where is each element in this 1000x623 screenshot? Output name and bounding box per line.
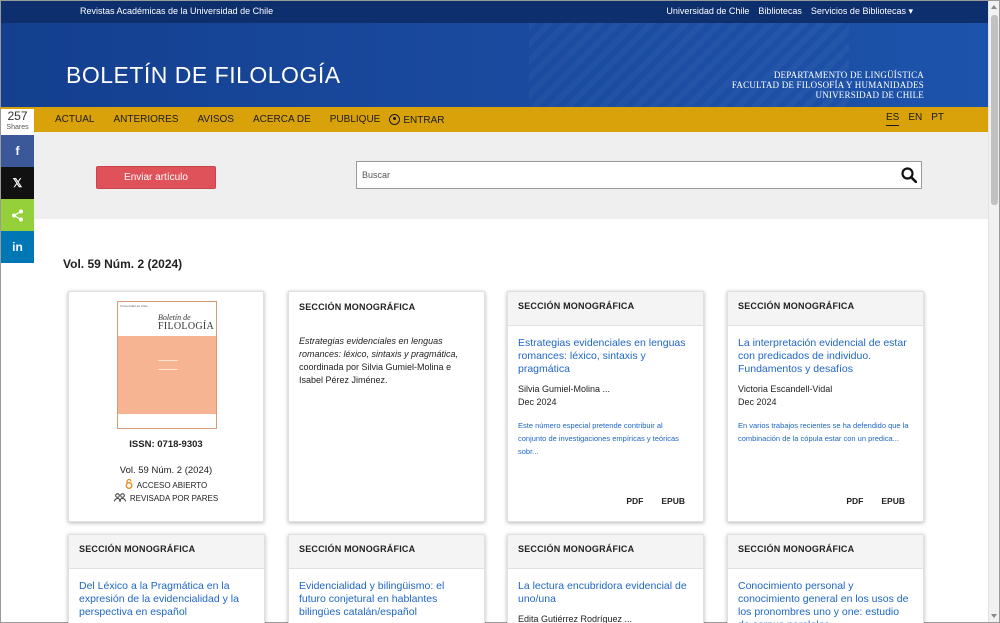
people-icon: [113, 493, 126, 502]
share-count: 257 Shares: [1, 109, 34, 135]
article-authors: Edita Gutiérrez Rodríguez ...: [508, 613, 703, 623]
main-nav: ACTUAL ANTERIORES AVISOS ACERCA DE PUBLI…: [1, 107, 989, 132]
department-block: DEPARTAMENTO DE LINGÜÍSTICA FACULTAD DE …: [732, 70, 924, 100]
submit-article-button[interactable]: Enviar artículo: [96, 166, 216, 189]
article-abstract-link[interactable]: Este número especial pretende contribuir…: [508, 419, 703, 458]
open-access-label: ACCESO ABIERTO: [136, 481, 208, 490]
language-switcher: ES EN PT: [886, 112, 944, 126]
share-count-number: 257: [7, 109, 28, 123]
section-heading: SECCIÓN MONOGRÁFICA: [289, 292, 484, 326]
cover-image[interactable]: Universidad de Chile Boletín de FILOLOGÍ…: [117, 301, 217, 429]
linkedin-icon: in: [12, 240, 23, 254]
nav-item-avisos[interactable]: AVISOS: [197, 114, 234, 126]
article-date: Dec 2024: [518, 397, 557, 407]
epub-link[interactable]: EPUB: [661, 496, 685, 506]
article-author: Silvia Gumiel-Molina ...: [518, 384, 611, 394]
cover-issue: Vol. 59 Núm. 2 (2024): [119, 465, 213, 476]
top-bar-site-name[interactable]: Revistas Académicas de la Universidad de…: [80, 6, 273, 16]
intro-italic: Estrategias evidenciales en lenguas roma…: [299, 336, 459, 359]
cover-top-text: Universidad de Chile: [120, 304, 148, 308]
article-card: SECCIÓN MONOGRÁFICA Estrategias evidenci…: [507, 291, 704, 522]
article-title-link[interactable]: La lectura encubridora evidencial de uno…: [508, 580, 703, 606]
top-bar: Revistas Académicas de la Universidad de…: [1, 1, 989, 23]
article-date: Dec 2024: [738, 397, 777, 407]
article-abstract-link[interactable]: En varios trabajos recientes se ha defen…: [728, 419, 923, 445]
intro-text: Estrategias evidenciales en lenguas roma…: [289, 335, 484, 387]
peer-review-label: REVISADA POR PARES: [129, 494, 219, 503]
lang-en[interactable]: EN: [908, 112, 922, 126]
article-card: SECCIÓN MONOGRÁFICA La lectura encubrido…: [507, 534, 704, 623]
facebook-share-button[interactable]: f: [1, 135, 34, 167]
article-title-link[interactable]: Del Léxico a la Pragmática en la expresi…: [69, 580, 264, 619]
search-input[interactable]: [357, 162, 877, 188]
nav-item-acerca-de[interactable]: ACERCA DE: [253, 114, 311, 126]
search-icon[interactable]: [901, 167, 917, 183]
section-heading: SECCIÓN MONOGRÁFICA: [728, 535, 923, 569]
open-access-badge: ACCESO ABIERTO: [69, 478, 263, 490]
top-link-bibliotecas[interactable]: Bibliotecas: [758, 6, 802, 17]
x-share-button[interactable]: 𝕏: [1, 167, 34, 199]
peer-review-badge: REVISADA POR PARES: [69, 493, 263, 503]
article-title-link[interactable]: Evidencialidad y bilingüismo: el futuro …: [289, 580, 484, 619]
scroll-down-arrow-icon[interactable]: [991, 614, 997, 618]
scroll-up-arrow-icon[interactable]: [991, 5, 997, 9]
top-link-servicios-dropdown[interactable]: Servicios de Bibliotecas ▾: [811, 6, 913, 17]
issn: ISSN: 0718-9303: [129, 439, 203, 450]
section-heading: SECCIÓN MONOGRÁFICA: [289, 535, 484, 569]
page-scrollbar[interactable]: [988, 1, 999, 622]
scroll-thumb[interactable]: [991, 15, 998, 205]
article-card: SECCIÓN MONOGRÁFICA Conocimiento persona…: [727, 534, 924, 623]
user-circle-icon: [389, 114, 401, 125]
cover-card: Universidad de Chile Boletín de FILOLOGÍ…: [68, 291, 264, 522]
lang-es[interactable]: ES: [886, 112, 900, 126]
article-card: SECCIÓN MONOGRÁFICA La interpretación ev…: [727, 291, 924, 522]
cover-big-title: FILOLOGÍA: [158, 321, 215, 332]
lang-pt[interactable]: PT: [931, 112, 944, 126]
facebook-icon: f: [15, 144, 20, 158]
share-count-label: Shares: [6, 124, 29, 131]
article-authors: Silvia Gumiel-Molina ... Dec 2024: [508, 383, 703, 409]
journal-header: BOLETÍN DE FILOLOGÍA DEPARTAMENTO DE LIN…: [1, 23, 989, 107]
article-author: Edita Gutiérrez Rodríguez ...: [518, 614, 633, 623]
pdf-link[interactable]: PDF: [846, 496, 863, 506]
dept-line: DEPARTAMENTO DE LINGÜÍSTICA: [773, 70, 924, 80]
galley-links: PDF EPUB: [846, 496, 905, 506]
login-link[interactable]: ENTRAR: [389, 114, 444, 126]
intro-card: SECCIÓN MONOGRÁFICA Estrategias evidenci…: [288, 291, 485, 522]
section-heading: SECCIÓN MONOGRÁFICA: [508, 535, 703, 569]
pdf-link[interactable]: PDF: [626, 496, 643, 506]
dept-line: FACULTAD DE FILOSOFÍA Y HUMANIDADES: [731, 80, 924, 90]
nav-item-anteriores[interactable]: ANTERIORES: [113, 114, 178, 126]
dept-line: UNIVERSIDAD DE CHILE: [815, 90, 924, 100]
article-title-link[interactable]: Estrategias evidenciales en lenguas roma…: [508, 337, 703, 376]
linkedin-share-button[interactable]: in: [1, 231, 34, 263]
x-icon: 𝕏: [12, 176, 23, 190]
article-authors: Victoria Escandell-Vidal Dec 2024: [728, 383, 923, 409]
issue-title: Vol. 59 Núm. 2 (2024): [63, 257, 183, 271]
nav-item-actual[interactable]: ACTUAL: [55, 114, 94, 126]
epub-link[interactable]: EPUB: [881, 496, 905, 506]
share-rail: 257 Shares f 𝕏 in: [1, 109, 34, 263]
section-heading: SECCIÓN MONOGRÁFICA: [69, 535, 264, 569]
search-box: [356, 161, 922, 189]
intro-rest: coordinada por Silvia Gumiel-Molina e Is…: [299, 362, 452, 385]
section-heading: SECCIÓN MONOGRÁFICA: [508, 292, 703, 326]
open-lock-icon: [125, 478, 133, 489]
galley-links: PDF EPUB: [626, 496, 685, 506]
top-bar-links: Universidad de Chile Bibliotecas Servici…: [666, 6, 913, 17]
journal-brand[interactable]: BOLETÍN DE FILOLOGÍA: [66, 62, 341, 89]
login-label: ENTRAR: [403, 115, 445, 126]
article-author: Victoria Escandell-Vidal: [738, 384, 833, 394]
article-card: SECCIÓN MONOGRÁFICA Del Léxico a la Prag…: [68, 534, 265, 623]
share-icon: [12, 209, 23, 221]
section-heading: SECCIÓN MONOGRÁFICA: [728, 292, 923, 326]
article-card: SECCIÓN MONOGRÁFICA Evidencialidad y bil…: [288, 534, 485, 623]
top-link-universidad[interactable]: Universidad de Chile: [666, 6, 749, 17]
nav-item-publique[interactable]: PUBLIQUE: [330, 114, 381, 126]
generic-share-button[interactable]: [1, 199, 34, 231]
article-title-link[interactable]: La interpretación evidencial de estar co…: [728, 337, 923, 376]
article-title-link[interactable]: Conocimiento personal y conocimiento gen…: [728, 580, 923, 623]
